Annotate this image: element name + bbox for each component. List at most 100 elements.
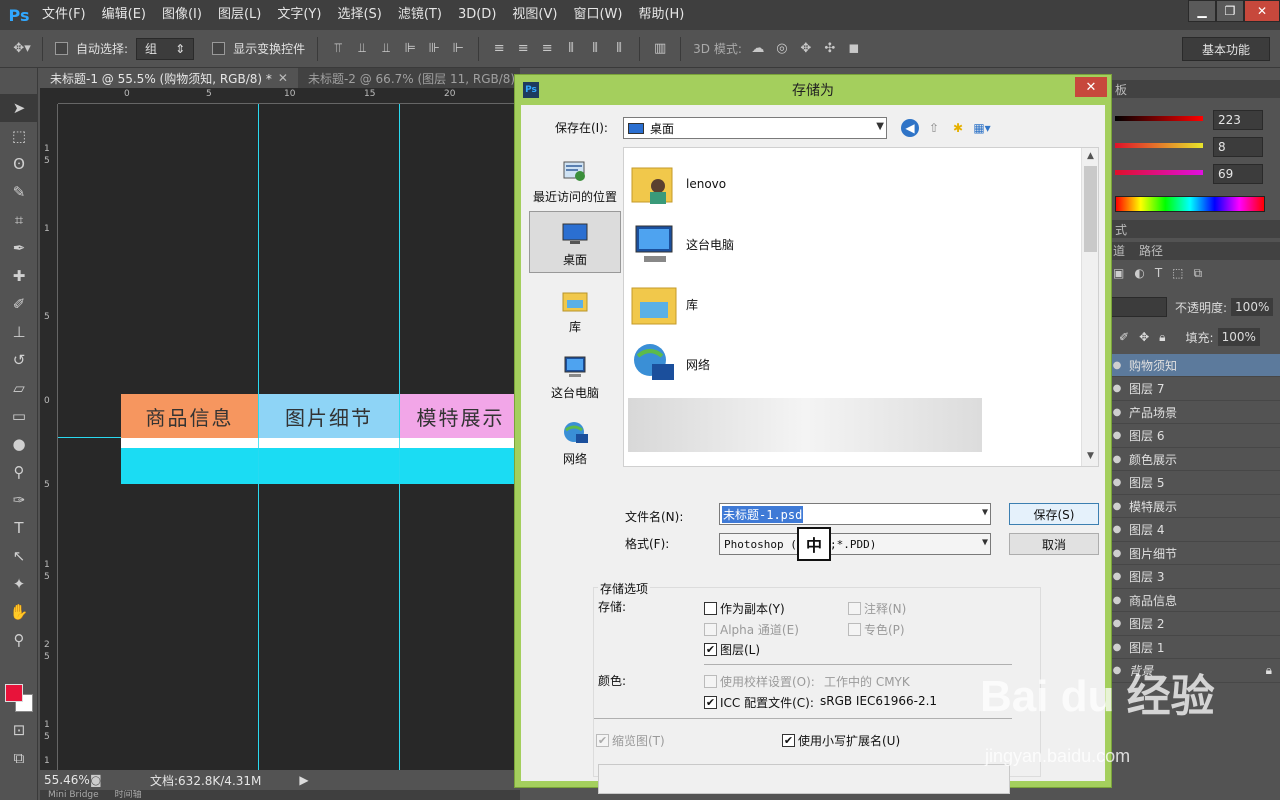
restore-icon[interactable]: ❐: [1216, 0, 1244, 22]
menu-item-0[interactable]: 文件(F): [34, 0, 94, 30]
alpha-checkbox[interactable]: [704, 623, 717, 636]
new-folder-icon[interactable]: ✱: [949, 119, 967, 137]
filter-type-icon[interactable]: T: [1155, 266, 1162, 281]
filter-adjust-icon[interactable]: ◐: [1134, 266, 1144, 281]
file-item-lenovo[interactable]: lenovo: [630, 156, 726, 212]
lock-all-icon[interactable]: 🔒︎: [1159, 330, 1165, 345]
nav-cell-image-details[interactable]: 图片细节: [259, 394, 399, 438]
menu-item-1[interactable]: 编辑(E): [94, 0, 154, 30]
blur-tool-icon[interactable]: ●: [0, 430, 38, 458]
ime-indicator[interactable]: 中: [797, 527, 831, 561]
hand-tool-icon[interactable]: ✋: [0, 598, 38, 626]
eraser-tool-icon[interactable]: ▱: [0, 374, 38, 402]
spot-checkbox[interactable]: [848, 623, 861, 636]
align-left-icon[interactable]: ⊫: [402, 41, 418, 57]
tab-mini-bridge[interactable]: Mini Bridge: [40, 790, 107, 800]
place-library[interactable]: 库: [529, 277, 621, 339]
lock-move-icon[interactable]: ✥: [1139, 330, 1149, 344]
show-transform-checkbox[interactable]: [212, 42, 226, 55]
layer-row[interactable]: ● 产品场景: [1105, 401, 1280, 424]
tab-timeline[interactable]: 时间轴: [107, 790, 150, 800]
distribute-vcenter-icon[interactable]: ≡: [515, 41, 531, 57]
close-icon[interactable]: ✕: [1075, 77, 1107, 97]
move-tool-icon[interactable]: ➤: [0, 94, 38, 122]
layer-row[interactable]: ● 图层 5: [1105, 472, 1280, 495]
as-copy-checkbox[interactable]: [704, 602, 717, 615]
chevron-down-icon[interactable]: ▼: [982, 507, 988, 518]
horizontal-ruler[interactable]: 0 5 10 15 20: [58, 88, 520, 104]
menu-item-7[interactable]: 3D(D): [450, 0, 504, 30]
quick-select-tool-icon[interactable]: ✎: [0, 178, 38, 206]
layer-row[interactable]: ● 颜色展示: [1105, 448, 1280, 471]
dodge-tool-icon[interactable]: ⚲: [0, 458, 38, 486]
minimize-icon[interactable]: ▁: [1188, 0, 1216, 22]
auto-select-dropdown[interactable]: 组 ⇕: [136, 37, 195, 60]
layer-row[interactable]: ● 图层 6: [1105, 425, 1280, 448]
slider-track[interactable]: [1115, 143, 1203, 148]
thumbnail-checkbox[interactable]: ✔: [596, 734, 609, 747]
layer-row[interactable]: ● 图片细节: [1105, 542, 1280, 565]
tab-paths[interactable]: 路径: [1139, 242, 1163, 260]
layer-row[interactable]: ● 图层 1: [1105, 636, 1280, 659]
3d-rotate-icon[interactable]: ☁: [750, 41, 766, 57]
align-top-icon[interactable]: ⫪: [330, 41, 346, 57]
nav-cell-product-info[interactable]: 商品信息: [121, 394, 258, 438]
auto-select-checkbox[interactable]: [55, 42, 68, 55]
fill-value[interactable]: 100%: [1217, 328, 1260, 346]
history-brush-tool-icon[interactable]: ↺: [0, 346, 38, 374]
cancel-button[interactable]: 取消: [1009, 533, 1099, 555]
eyedropper-tool-icon[interactable]: ✒: [0, 234, 38, 262]
zoom-tool-icon[interactable]: ⚲: [0, 626, 38, 654]
menu-item-4[interactable]: 文字(Y): [269, 0, 329, 30]
lasso-tool-icon[interactable]: ʘ: [0, 150, 38, 178]
layer-row[interactable]: ● 商品信息: [1105, 589, 1280, 612]
file-item-this-pc[interactable]: 这台电脑: [630, 216, 734, 272]
file-item-network[interactable]: 网络: [630, 336, 710, 392]
menu-item-5[interactable]: 选择(S): [329, 0, 389, 30]
align-right-icon[interactable]: ⊩: [450, 41, 466, 57]
brush-tool-icon[interactable]: ✐: [0, 290, 38, 318]
save-in-dropdown[interactable]: 桌面 ▼: [623, 117, 887, 139]
layer-row[interactable]: ● 购物须知: [1105, 354, 1280, 377]
screen-mode-icon[interactable]: ⧉: [0, 744, 38, 772]
color-slider-b[interactable]: 69: [1115, 164, 1280, 184]
document-canvas[interactable]: 商品信息 图片细节 模特展示: [58, 104, 520, 770]
3d-drag-icon[interactable]: ✥: [798, 41, 814, 57]
blend-mode-dropdown[interactable]: [1105, 297, 1167, 317]
tab-document-1[interactable]: 未标题-1 @ 55.5% (购物须知, RGB/8) * ✕: [40, 68, 298, 88]
3d-roll-icon[interactable]: ◎: [774, 41, 790, 57]
file-list[interactable]: lenovo 这台电脑 库 网络 ▲ ▼: [623, 147, 1099, 467]
opacity-value[interactable]: 100%: [1231, 298, 1274, 316]
type-tool-icon[interactable]: T: [0, 514, 38, 542]
color-spectrum-ramp[interactable]: [1115, 196, 1265, 212]
menu-item-3[interactable]: 图层(L): [210, 0, 269, 30]
chevron-up-icon[interactable]: ▲: [1082, 148, 1098, 164]
icc-checkbox[interactable]: ✔: [704, 696, 717, 709]
layer-row[interactable]: ● 图层 7: [1105, 378, 1280, 401]
menu-item-6[interactable]: 滤镜(T): [390, 0, 450, 30]
distribute-left-icon[interactable]: ⦀: [563, 41, 579, 57]
shape-tool-icon[interactable]: ✦: [0, 570, 38, 598]
align-vcenter-icon[interactable]: ⫫: [354, 41, 370, 57]
align-bottom-icon[interactable]: ⫫: [378, 41, 394, 57]
workspace-dropdown[interactable]: 基本功能: [1182, 37, 1270, 61]
styles-panel-tab[interactable]: 式: [1105, 220, 1280, 238]
pen-tool-icon[interactable]: ✑: [0, 486, 38, 514]
crop-tool-icon[interactable]: ⌗: [0, 206, 38, 234]
distribute-right-icon[interactable]: ⦀: [611, 41, 627, 57]
foreground-color-swatch[interactable]: [5, 684, 23, 702]
quick-mask-icon[interactable]: ⊡: [0, 716, 38, 744]
slider-track[interactable]: [1115, 116, 1203, 121]
align-hcenter-icon[interactable]: ⊪: [426, 41, 442, 57]
path-select-tool-icon[interactable]: ↖: [0, 542, 38, 570]
menu-item-9[interactable]: 窗口(W): [565, 0, 630, 30]
zoom-level[interactable]: 55.46%: [40, 773, 90, 787]
proof-checkbox[interactable]: [704, 675, 717, 688]
close-icon[interactable]: ✕: [278, 71, 288, 85]
menu-item-8[interactable]: 视图(V): [504, 0, 565, 30]
3d-scale-icon[interactable]: ◼: [846, 41, 862, 57]
slider-value[interactable]: 223: [1213, 110, 1263, 130]
format-dropdown[interactable]: Photoshop (*.PSD;*.PDD) ▼: [719, 533, 991, 555]
marquee-tool-icon[interactable]: ⬚: [0, 122, 38, 150]
guide-line[interactable]: [58, 437, 123, 438]
